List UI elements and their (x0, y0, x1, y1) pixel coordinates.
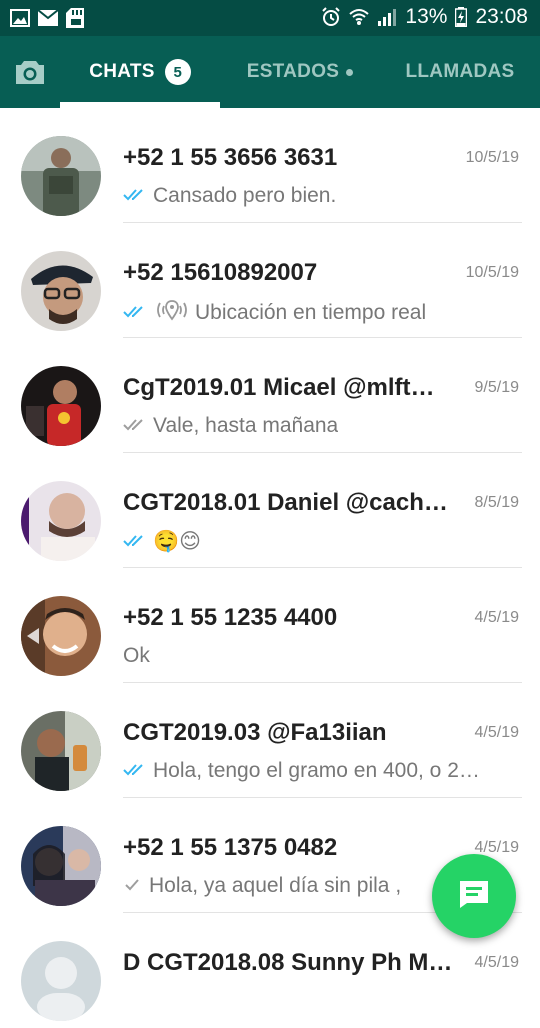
tab-estados[interactable]: ESTADOS (220, 36, 380, 108)
double-check-blue-icon (123, 530, 149, 554)
unread-count-badge: 5 (164, 59, 191, 85)
chat-message: Hola, ya aquel día sin pila , (149, 874, 402, 897)
chat-date: 10/5/19 (465, 264, 519, 281)
chat-date: 4/5/19 (474, 609, 519, 626)
image-icon (10, 9, 30, 27)
chat-message: Ubicación en tiempo real (195, 301, 427, 324)
mail-icon (38, 10, 58, 26)
chat-name: CGT2019.03 @Fa13iian (123, 719, 387, 746)
chat-preview: Vale, hasta mañana (123, 414, 518, 438)
signal-icon (377, 8, 397, 26)
chat-name: +52 15610892007 (123, 259, 318, 286)
chat-name: +52 1 55 3656 3631 (123, 144, 338, 171)
battery-icon (455, 7, 468, 27)
battery-percent: 13% (405, 5, 448, 28)
camera-icon[interactable] (14, 58, 46, 86)
app-bar: CHATS 5 ESTADOS LLAMADAS (0, 36, 540, 108)
status-bar: 13% 23:08 (0, 0, 540, 36)
tab-chats-label: CHATS (89, 61, 155, 82)
double-check-blue-icon (123, 184, 149, 208)
chat-name: CGT2018.01 Daniel @cach… (123, 489, 448, 516)
chat-message: Vale, hasta mañana (153, 414, 339, 437)
chat-row[interactable]: +52 15610892007 10/5/19 Ubicación en tie… (0, 223, 540, 338)
chat-row[interactable]: +52 1 55 3656 3631 10/5/19 Cansado pero … (0, 108, 540, 223)
alarm-icon (321, 7, 341, 27)
chat-name: +52 1 55 1235 4400 (123, 604, 338, 631)
single-check-icon (123, 874, 145, 898)
chat-date: 4/5/19 (474, 954, 519, 971)
tab-llamadas-label: LLAMADAS (405, 61, 515, 82)
tab-chats[interactable]: CHATS 5 (60, 36, 220, 108)
double-check-grey-icon (123, 414, 149, 438)
chat-preview: Ok (123, 644, 518, 668)
chat-date: 9/5/19 (474, 379, 519, 396)
avatar[interactable] (21, 941, 101, 1021)
avatar[interactable] (21, 711, 101, 791)
chat-row[interactable]: CGT2019.03 @Fa13iian 4/5/19 Hola, tengo … (0, 683, 540, 798)
chat-preview: 🤤😊 (123, 529, 518, 554)
avatar[interactable] (21, 826, 101, 906)
chat-date: 4/5/19 (474, 724, 519, 741)
avatar[interactable] (21, 136, 101, 216)
new-chat-message-icon (457, 879, 491, 914)
wifi-icon (349, 8, 370, 26)
chat-preview: Ubicación en tiempo real (123, 299, 518, 327)
chat-message: 🤤😊 (153, 530, 202, 553)
chat-message: Ok (123, 644, 150, 667)
double-check-blue-icon (123, 301, 149, 325)
chat-name: +52 1 55 1375 0482 (123, 834, 338, 861)
chat-row[interactable]: CgT2019.01 Micael @mlft… 9/5/19 Vale, ha… (0, 338, 540, 453)
chat-date: 10/5/19 (465, 149, 519, 166)
chat-preview: Hola, tengo el gramo en 400, o 2… (123, 759, 518, 783)
chat-preview: Cansado pero bien. (123, 184, 518, 208)
chat-row[interactable]: CGT2018.01 Daniel @cach… 8/5/19 🤤😊 (0, 453, 540, 568)
new-chat-button[interactable] (432, 854, 516, 938)
chat-date: 8/5/19 (474, 494, 519, 511)
sd-card-icon (66, 8, 84, 28)
chat-name: CgT2019.01 Micael @mlft… (123, 374, 435, 401)
chat-row[interactable]: +52 1 55 1235 4400 4/5/19 Ok (0, 568, 540, 683)
live-location-icon (155, 299, 189, 327)
avatar[interactable] (21, 366, 101, 446)
avatar[interactable] (21, 481, 101, 561)
double-check-blue-icon (123, 759, 149, 783)
tab-llamadas[interactable]: LLAMADAS (380, 36, 540, 108)
avatar[interactable] (21, 251, 101, 331)
chat-message: Cansado pero bien. (153, 184, 337, 207)
tab-estados-label: ESTADOS (246, 61, 340, 82)
new-status-dot (346, 68, 354, 76)
avatar[interactable] (21, 596, 101, 676)
chat-message: Hola, tengo el gramo en 400, o 2… (153, 759, 480, 782)
clock-time: 23:08 (475, 5, 528, 28)
chat-name: D CGT2018.08 Sunny Ph M… (123, 949, 453, 976)
